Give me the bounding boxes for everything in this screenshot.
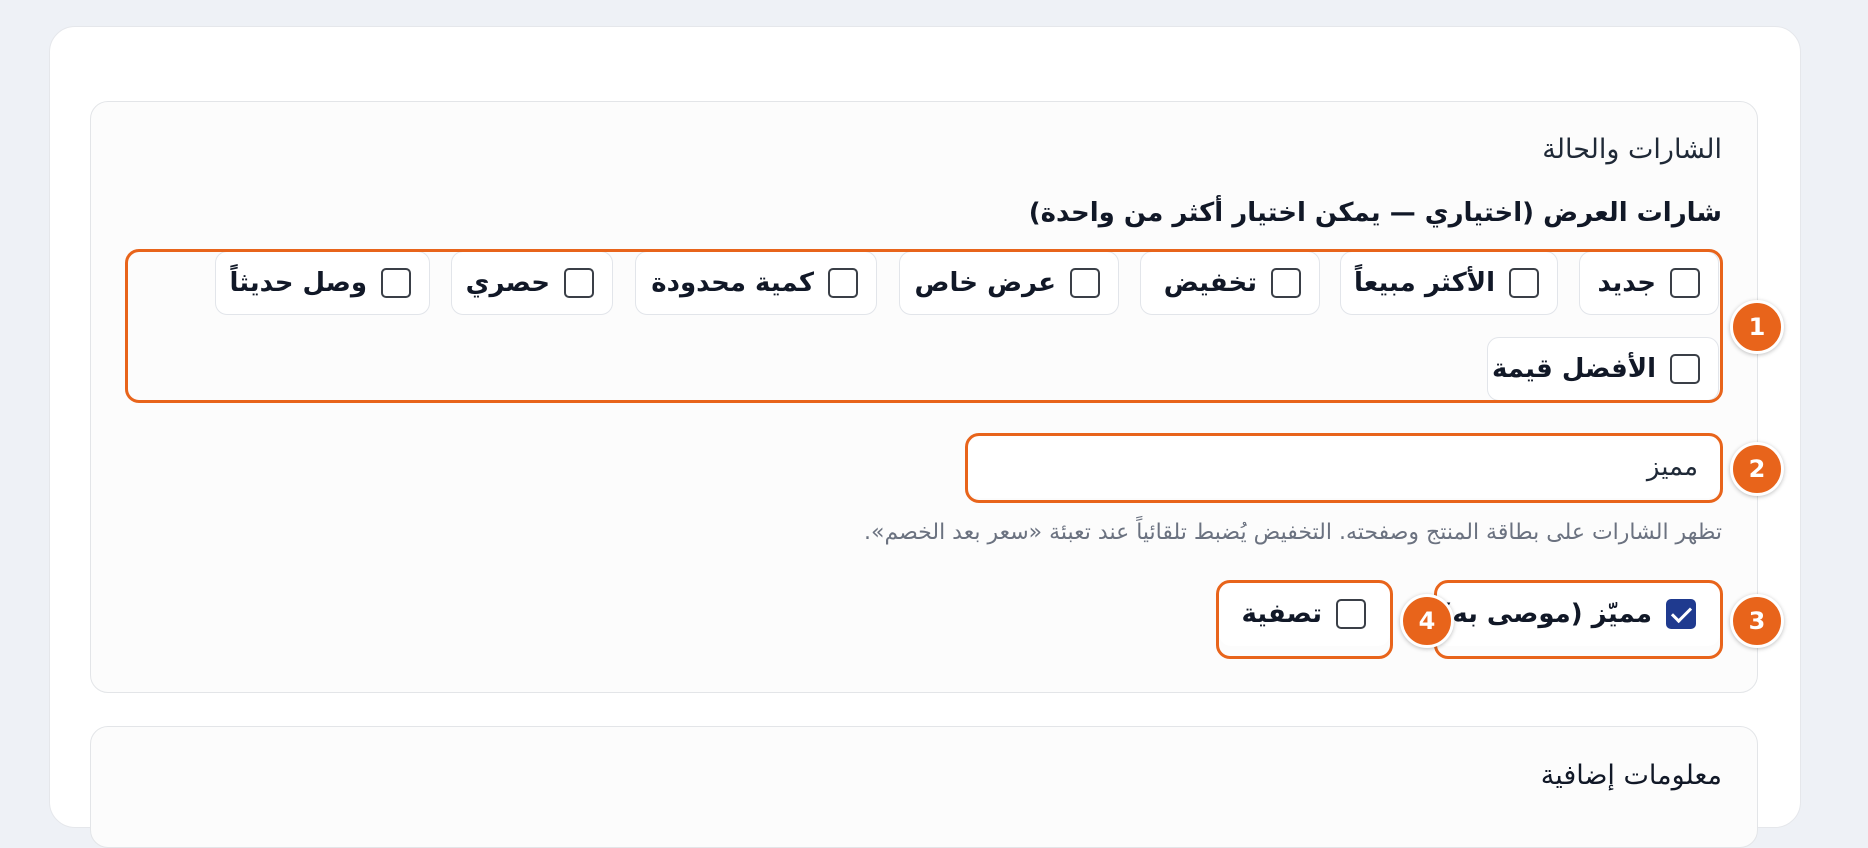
clearance-highlight xyxy=(1216,580,1393,659)
featured-highlight xyxy=(1434,580,1723,659)
custom-badge-highlight xyxy=(965,433,1723,503)
section-title: الشارات والحالة xyxy=(1542,134,1722,165)
badges-group-highlight xyxy=(125,249,1723,403)
annotation-marker-1: 1 xyxy=(1730,300,1784,354)
annotation-marker-3: 3 xyxy=(1730,594,1784,648)
help-text: تظهر الشارات على بطاقة المنتج وصفحته. ال… xyxy=(864,520,1722,545)
annotation-marker-2: 2 xyxy=(1730,442,1784,496)
badges-field-label: شارات العرض (اختياري — يمكن اختيار أكثر … xyxy=(1028,198,1722,228)
section-2-title: معلومات إضافية xyxy=(1540,760,1722,791)
additional-info-section xyxy=(90,726,1758,848)
annotation-marker-4: 4 xyxy=(1400,594,1454,648)
